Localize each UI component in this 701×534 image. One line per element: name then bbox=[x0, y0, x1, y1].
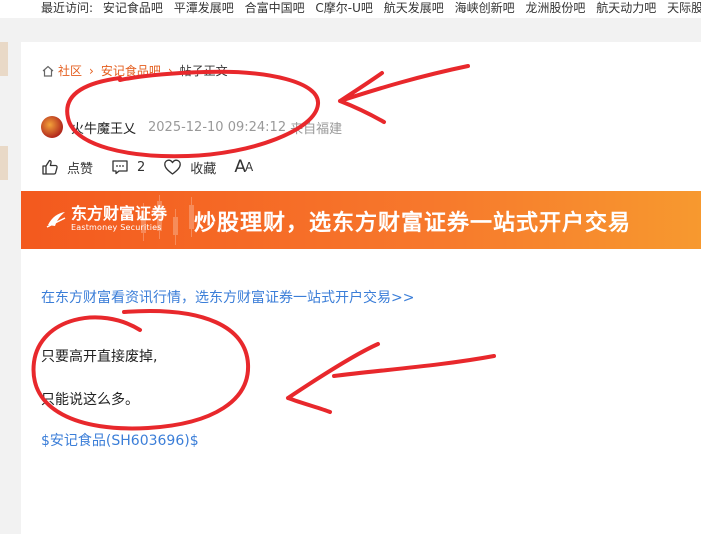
post-time: 2025-12-10 09:24:12 bbox=[148, 119, 287, 135]
post-card: 社区 › 安记食品吧 › 帖子正文 火牛魔王乂 2025-12-10 09:24… bbox=[21, 42, 701, 534]
like-button[interactable]: 点赞 bbox=[41, 158, 93, 177]
eastmoney-logo: 东方财富证券 Eastmoney Securities bbox=[45, 205, 167, 232]
post-text-line: 只能说这么多。 bbox=[41, 392, 139, 408]
recent-link[interactable]: 航天发展吧 bbox=[384, 1, 444, 15]
logo-text-en: Eastmoney Securities bbox=[71, 223, 162, 232]
recent-link[interactable]: 安记食品吧 bbox=[103, 1, 163, 15]
like-label: 点赞 bbox=[67, 161, 94, 177]
recent-link[interactable]: 龙洲股份吧 bbox=[525, 1, 585, 15]
author-row: 火牛魔王乂 2025-12-10 09:24:12 来自福建 bbox=[41, 116, 342, 138]
promo-link[interactable]: 在东方财富看资讯行情，选东方财富证券一站式开户交易>> bbox=[41, 287, 414, 307]
left-panel-edge bbox=[0, 42, 8, 76]
post-text-line: 只要高开直接废掉, bbox=[41, 349, 158, 365]
recent-link[interactable]: 航天动力吧 bbox=[596, 1, 656, 15]
avatar[interactable] bbox=[41, 116, 63, 138]
chevron-right-icon: › bbox=[167, 63, 173, 78]
font-size-large: A bbox=[234, 157, 246, 177]
eastmoney-logo-icon bbox=[46, 211, 66, 228]
chevron-right-icon: › bbox=[89, 63, 94, 78]
recent-link[interactable]: 合富中国吧 bbox=[245, 1, 305, 15]
comment-icon bbox=[112, 160, 128, 175]
favorite-button[interactable]: 收藏 bbox=[163, 158, 216, 177]
breadcrumb-home-link[interactable]: 社区 bbox=[58, 62, 82, 79]
thumbs-up-icon bbox=[42, 159, 58, 175]
left-panel-edge bbox=[0, 146, 8, 180]
breadcrumb-current: 帖子正文 bbox=[179, 64, 228, 78]
author-name[interactable]: 火牛魔王乂 bbox=[71, 118, 136, 137]
comment-button[interactable]: 2 bbox=[111, 158, 145, 176]
font-size-small: A bbox=[244, 160, 253, 174]
action-bar: 点赞 2 收藏 AA bbox=[41, 157, 270, 177]
favorite-label: 收藏 bbox=[190, 161, 217, 177]
comment-count: 2 bbox=[137, 159, 146, 175]
banner-slogan: 炒股理财，选东方财富证券一站式开户交易 bbox=[194, 211, 632, 236]
logo-text-cn: 东方财富证券 bbox=[71, 204, 168, 223]
recent-link[interactable]: 平潭发展吧 bbox=[174, 1, 234, 15]
post-location: 来自福建 bbox=[290, 121, 343, 137]
home-icon bbox=[42, 65, 54, 77]
recent-link[interactable]: 海峡创新吧 bbox=[455, 1, 515, 15]
breadcrumb-bar-link[interactable]: 安记食品吧 bbox=[101, 62, 161, 79]
ad-banner[interactable]: 东方财富证券 Eastmoney Securities 炒股理财，选东方财富证券… bbox=[21, 191, 701, 249]
recent-link[interactable]: C摩尔-U吧 bbox=[315, 1, 373, 15]
breadcrumb: 社区 › 安记食品吧 › 帖子正文 bbox=[41, 62, 228, 79]
heart-icon bbox=[164, 159, 182, 175]
recent-link[interactable]: 天际股份吧 bbox=[667, 1, 701, 15]
stock-tag-link[interactable]: $安记食品(SH603696)$ bbox=[41, 430, 199, 450]
recent-visits-label: 最近访问: bbox=[41, 1, 94, 15]
recent-visits-bar: 最近访问: 安记食品吧 平潭发展吧 合富中国吧 C摩尔-U吧 航天发展吧 海峡创… bbox=[0, 0, 701, 18]
font-size-button[interactable]: AA bbox=[234, 157, 253, 177]
